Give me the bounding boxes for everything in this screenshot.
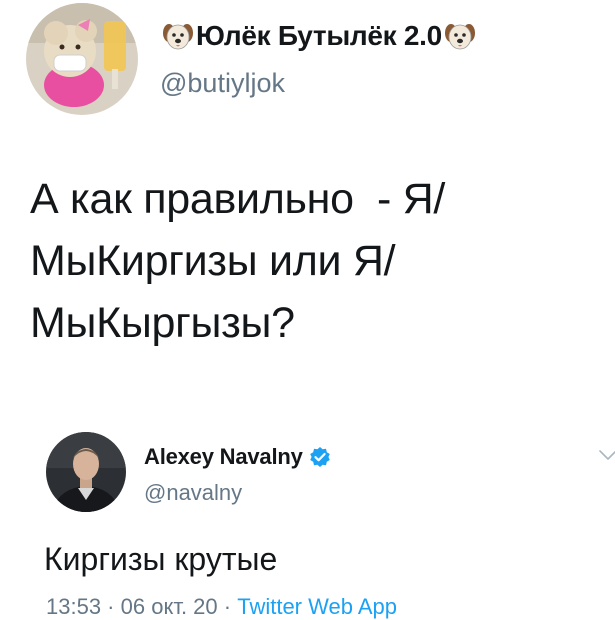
author-name-row[interactable]: Юлёк Бутылёк 2.0	[160, 20, 478, 52]
quoted-author-avatar[interactable]	[46, 432, 126, 512]
meta-separator: ·	[217, 594, 238, 619]
verified-badge-icon	[309, 446, 331, 468]
tweet-time[interactable]: 13:53	[46, 594, 101, 619]
quoted-tweet-text: Киргизы крутые	[44, 541, 278, 577]
chevron-down-icon[interactable]	[598, 448, 615, 462]
dog-face-emoji-icon	[444, 21, 476, 51]
dog-face-emoji-icon	[162, 21, 194, 51]
meta-separator: ·	[101, 594, 121, 619]
quoted-author-name-row[interactable]: Alexey Navalny	[144, 444, 331, 470]
quoted-author-name: Alexey Navalny	[144, 444, 303, 469]
quoted-author-handle[interactable]: @navalny	[144, 480, 242, 506]
tweet-text: А как правильно - Я/ МыКиргизы или Я/ Мы…	[30, 175, 446, 347]
author-avatar[interactable]	[26, 3, 138, 115]
author-display-name: Юлёк Бутылёк 2.0	[196, 20, 442, 51]
tweet-metadata: 13:53 · 06 окт. 20 · Twitter Web App	[46, 594, 397, 620]
author-handle[interactable]: @butiyljok	[160, 68, 285, 99]
tweet-source-link[interactable]: Twitter Web App	[237, 594, 397, 619]
tweet-date[interactable]: 06 окт. 20	[121, 594, 218, 619]
